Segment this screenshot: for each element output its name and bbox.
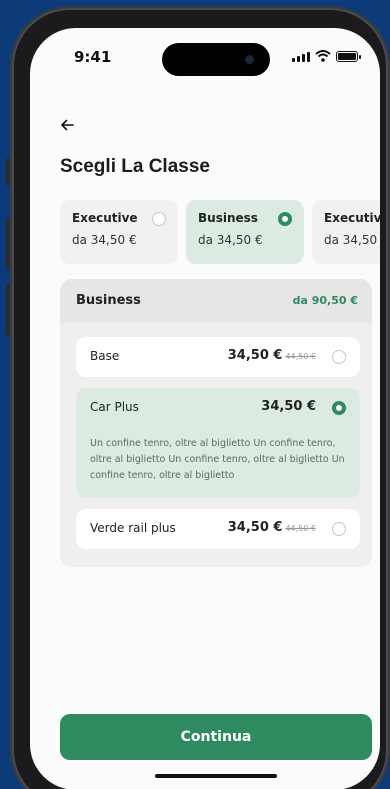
panel-title: Business (76, 293, 141, 308)
page-title: Scegli La Classe (60, 156, 210, 177)
camera-icon (245, 55, 254, 64)
radio-checked-icon[interactable] (332, 401, 346, 415)
radio-checked-icon[interactable] (278, 212, 292, 226)
status-bar: 9:41 (30, 28, 380, 82)
mute-switch (6, 158, 10, 186)
fare-option-verde-rail-plus[interactable]: Verde rail plus 34,50 €44,50 € (76, 509, 360, 549)
option-label: Base (90, 349, 120, 363)
option-label: Verde rail plus (90, 521, 176, 535)
status-time: 9:41 (74, 48, 112, 66)
option-price: 34,50 €44,50 € (227, 520, 316, 535)
radio-unchecked-icon[interactable] (152, 212, 166, 226)
option-price: 34,50 € (261, 399, 316, 414)
battery-icon (336, 51, 361, 62)
class-name: Executive (324, 211, 380, 225)
fare-panel-header: Business da 90,50 € (60, 279, 372, 323)
volume-down-button (6, 284, 10, 336)
class-card-executive-2[interactable]: Executive da 34,50 € (312, 200, 380, 264)
signal-icon (292, 52, 310, 62)
class-price: da 34,50 € (198, 233, 263, 247)
phone-frame: 9:41 Scegli La Classe Executive da 34,50… (6, 8, 388, 789)
continue-button[interactable]: Continua (60, 714, 372, 760)
option-old-price: 44,50 € (285, 352, 316, 361)
arrow-left-icon[interactable] (60, 118, 74, 132)
fare-panel: Business da 90,50 € Base 34,50 €44,50 € … (60, 279, 372, 567)
option-price: 34,50 €44,50 € (227, 348, 316, 363)
wifi-icon (315, 50, 331, 62)
app-screen: 9:41 Scegli La Classe Executive da 34,50… (30, 28, 380, 789)
volume-up-button (6, 218, 10, 270)
home-indicator (155, 774, 277, 778)
dynamic-island (162, 43, 270, 76)
panel-from-price: da 90,50 € (292, 294, 358, 307)
class-price: da 34,50 € (324, 233, 380, 247)
status-icons (292, 50, 361, 62)
radio-unchecked-icon[interactable] (332, 522, 346, 536)
class-price: da 34,50 € (72, 233, 137, 247)
option-description: Un confine tenro, oltre al biglietto Un … (90, 438, 345, 481)
option-label: Car Plus (90, 400, 139, 414)
radio-unchecked-icon[interactable] (332, 350, 346, 364)
class-selector: Executive da 34,50 € Business da 34,50 €… (60, 200, 380, 264)
fare-option-car-plus[interactable]: Car Plus 34,50 € Un confine tenro, oltre… (76, 388, 360, 498)
option-old-price: 44,50 € (285, 524, 316, 533)
class-card-business[interactable]: Business da 34,50 € (186, 200, 304, 264)
class-card-executive[interactable]: Executive da 34,50 € (60, 200, 178, 264)
fare-option-base[interactable]: Base 34,50 €44,50 € (76, 337, 360, 377)
